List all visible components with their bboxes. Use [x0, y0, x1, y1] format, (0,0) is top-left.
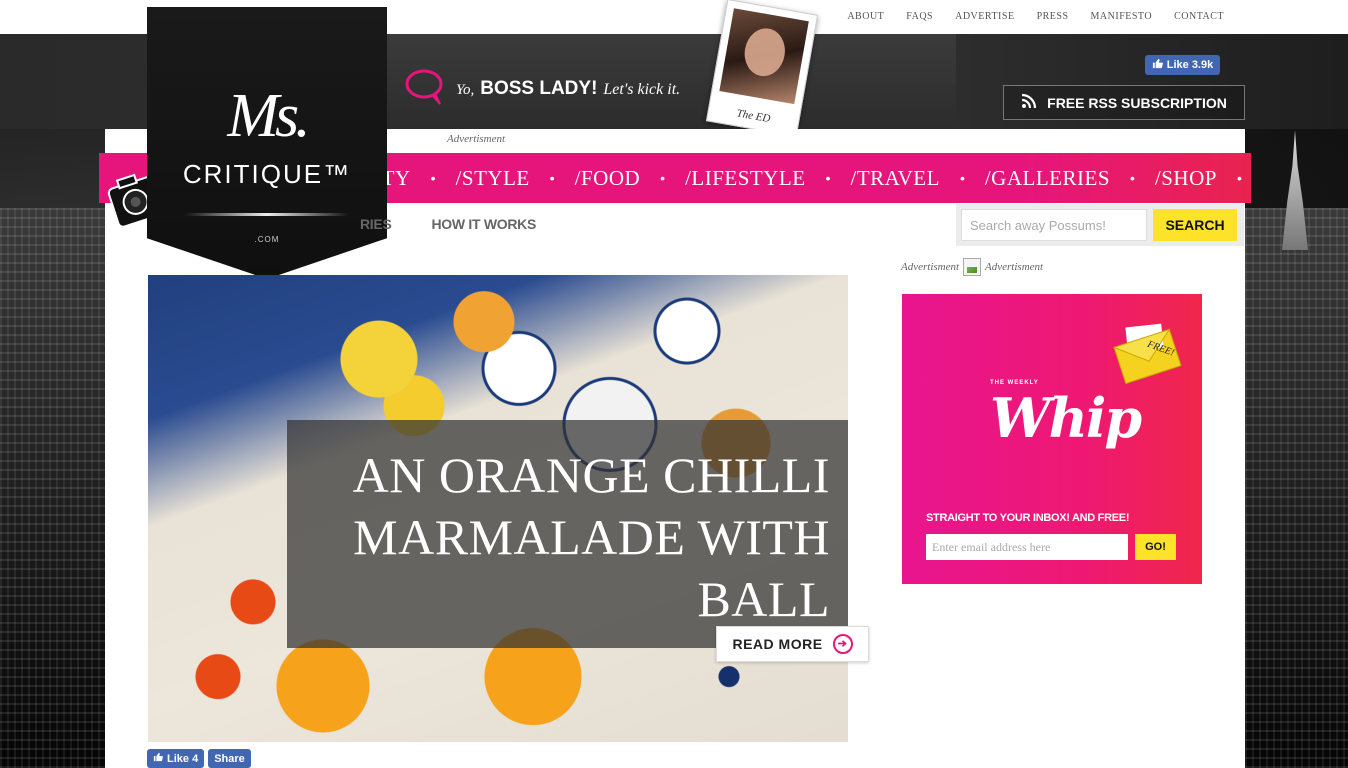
nav-separator: •: [1130, 170, 1135, 186]
top-link-contact[interactable]: CONTACT: [1174, 11, 1224, 22]
top-links: ABOUT FAQS ADVERTISE PRESS MANIFESTO CON…: [847, 11, 1224, 22]
broken-image-icon: [963, 258, 982, 276]
thumbs-up-icon: [1152, 58, 1163, 72]
logo-ms: Ms.: [227, 82, 310, 150]
site-logo[interactable]: Ms. CRITIQUE™ .COM: [147, 7, 387, 279]
search-bar: SEARCH: [956, 204, 1244, 246]
facebook-share-button[interactable]: Share: [208, 749, 251, 768]
logo-com: .COM: [254, 235, 280, 244]
top-link-press[interactable]: PRESS: [1037, 11, 1069, 22]
search-button[interactable]: SEARCH: [1153, 209, 1237, 241]
nav-item-lifestyle[interactable]: /LIFESTYLE: [671, 166, 820, 191]
newsletter-cta: STRAIGHT TO YOUR INBOX! AND FREE!: [926, 512, 1130, 524]
tagline-boss: BOSS LADY!: [480, 78, 598, 99]
tagline: Yo, BOSS LADY! Let's kick it.: [404, 68, 680, 105]
newsletter-go-button[interactable]: GO!: [1135, 534, 1176, 560]
nav-item-travel[interactable]: /TRAVEL: [836, 166, 953, 191]
facebook-like-button[interactable]: Like 4: [147, 749, 205, 768]
rss-icon: [1021, 93, 1037, 112]
newsletter-email-input[interactable]: [926, 534, 1128, 560]
speech-bubble-icon: [404, 68, 448, 105]
nav-separator: •: [1236, 170, 1242, 186]
advert-label: Advertisment: [985, 261, 1044, 273]
read-more-label: READ MORE: [732, 636, 823, 652]
logo-critique: CRITIQUE™: [182, 159, 352, 189]
nav-separator: •: [825, 170, 831, 186]
nav-separator: •: [549, 170, 555, 186]
facebook-like-button[interactable]: Like 3.9k: [1145, 55, 1220, 75]
feature-title[interactable]: AN ORANGE CHILLI MARMALADE WITH BALL: [300, 444, 830, 630]
tagline-kick: Let's kick it.: [603, 81, 681, 98]
tagline-text: Yo, BOSS LADY! Let's kick it.: [456, 78, 680, 104]
nav-item-style[interactable]: /STYLE: [442, 166, 544, 191]
subnav-how-it-works[interactable]: HOW IT WORKS: [431, 216, 536, 232]
skyline-right: [1245, 208, 1348, 768]
subnav-categories[interactable]: RIES: [360, 216, 392, 232]
nav-separator: •: [660, 170, 666, 186]
search-input[interactable]: [961, 209, 1147, 241]
top-link-advertise[interactable]: ADVERTISE: [955, 11, 1014, 22]
logo-divider: [185, 213, 349, 216]
nav-separator: •: [430, 170, 436, 186]
nav-item-galleries[interactable]: /GALLERIES: [971, 166, 1124, 191]
read-more-button[interactable]: READ MORE ➔: [716, 626, 869, 662]
top-link-manifesto[interactable]: MANIFESTO: [1091, 11, 1153, 22]
social-buttons: Like 4 Share: [147, 749, 251, 768]
arrow-right-icon: ➔: [832, 634, 853, 654]
skyline-left: [0, 208, 106, 768]
tagline-yo: Yo,: [456, 82, 475, 98]
header-advert-label: Advertisment: [447, 133, 506, 145]
whip-brand: Whip: [990, 386, 1142, 450]
nav-item-shop[interactable]: /SHOP: [1141, 166, 1231, 191]
skyscraper-spire: [1282, 130, 1308, 250]
facebook-like-label: Like 3.9k: [1166, 59, 1214, 71]
sidebar-advert-labels: Advertisment Advertisment: [901, 258, 1043, 276]
sub-nav: RIES HOW IT WORKS: [360, 216, 536, 232]
facebook-like-label: Like 4: [167, 752, 199, 765]
advert-label: Advertisment: [901, 261, 960, 273]
nav-item-food[interactable]: /FOOD: [561, 166, 655, 191]
envelope-icon: FREE!: [1112, 314, 1192, 385]
main-nav-items: UTY • /STYLE • /FOOD • /LIFESTYLE • /TRA…: [360, 153, 1248, 203]
editor-photo: [719, 8, 809, 105]
rss-label: FREE RSS SUBSCRIPTION: [1047, 94, 1227, 111]
rss-subscribe-button[interactable]: FREE RSS SUBSCRIPTION: [1003, 85, 1245, 120]
nav-separator: •: [959, 170, 965, 186]
top-link-about[interactable]: ABOUT: [847, 11, 884, 22]
newsletter-ad: FREE! THE WEEKLY Whip STRAIGHT TO YOUR I…: [902, 294, 1202, 584]
top-link-faqs[interactable]: FAQS: [906, 11, 933, 22]
thumbs-up-icon: [153, 752, 163, 765]
